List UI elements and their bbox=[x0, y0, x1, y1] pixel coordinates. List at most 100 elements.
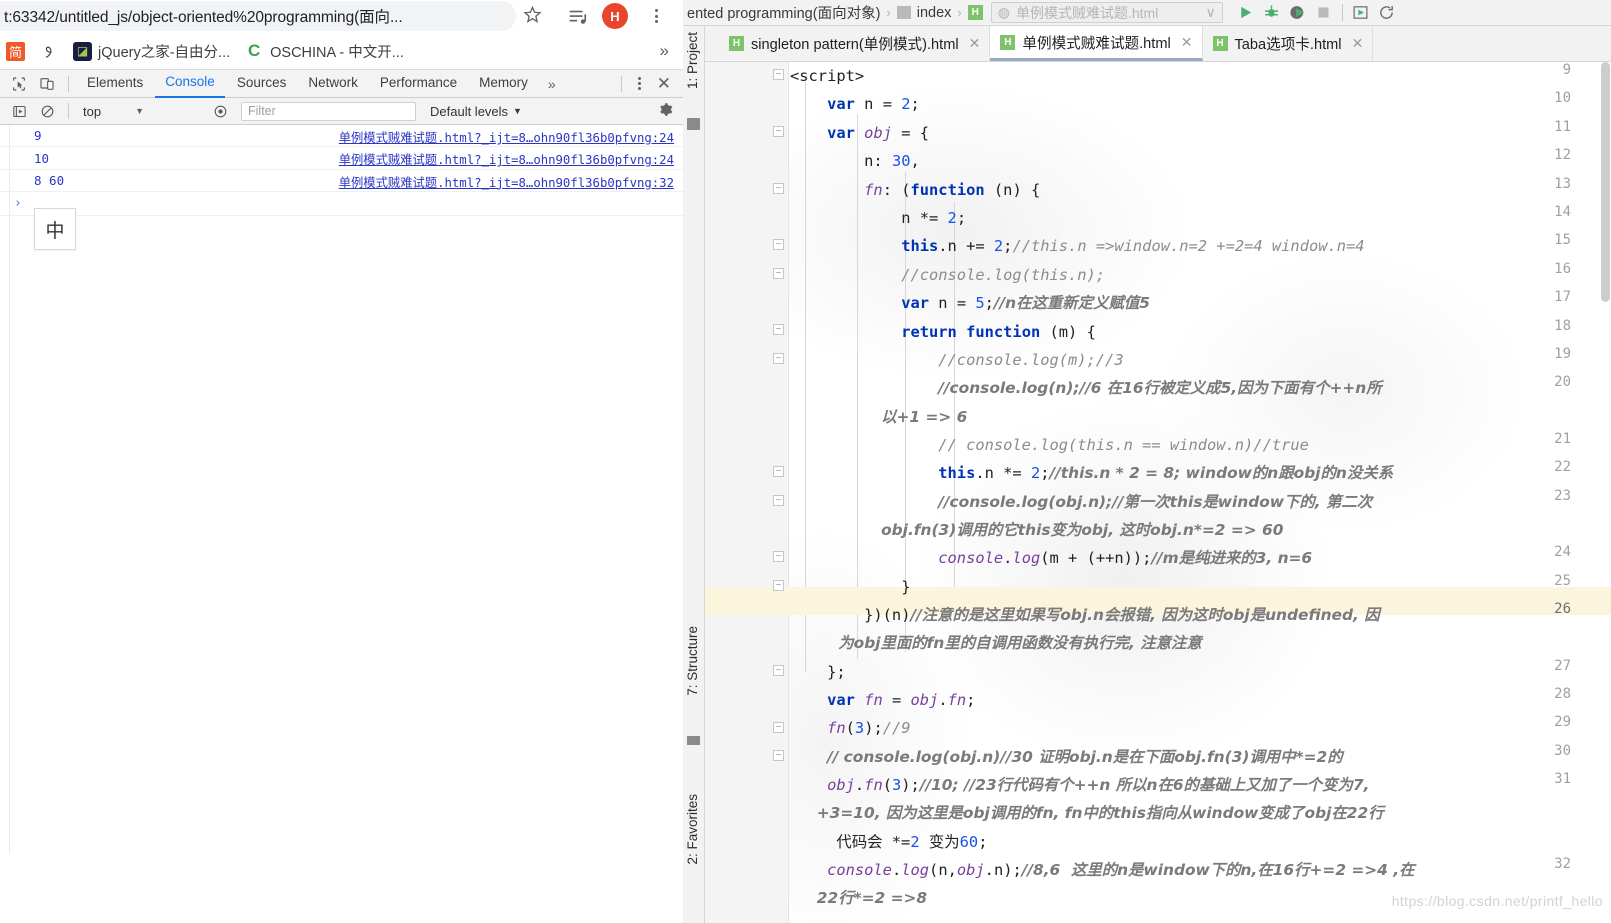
toolbar-divider-ide bbox=[1341, 4, 1343, 21]
devtools-tab-sources[interactable]: Sources bbox=[227, 70, 297, 97]
run-configuration-selector[interactable]: ◍ 单例模式贼难试题.html ∨ bbox=[990, 2, 1223, 23]
toolbar-divider-2 bbox=[620, 75, 622, 92]
ime-jian-icon: 简 bbox=[6, 41, 25, 61]
chrome-menu-icon[interactable] bbox=[645, 3, 667, 29]
console-row[interactable]: 9 单例模式贼难试题.html?_ijt=8…ohn90fl36b0pfvng:… bbox=[0, 125, 683, 148]
project-folder-icon bbox=[687, 118, 700, 130]
devtools-tab-network[interactable]: Network bbox=[298, 70, 368, 97]
console-context-select[interactable]: top ▼ bbox=[77, 104, 205, 119]
fold-marker[interactable]: − bbox=[773, 126, 784, 137]
clear-console-icon[interactable] bbox=[34, 99, 60, 123]
code-line: // console.log(obj.n)//30 证明obj.n是在下面obj… bbox=[827, 748, 1343, 766]
bookmark-star-icon[interactable] bbox=[521, 5, 543, 27]
breadcrumb-path: ented programming(面向对象) bbox=[687, 6, 881, 22]
code-line: //console.log(n);//6 在16行被定义成5,因为下面有个++n… bbox=[938, 379, 1382, 397]
sidebar-item-structure[interactable]: 7: Structure bbox=[685, 626, 700, 696]
bookmarks-overflow-icon[interactable]: » bbox=[660, 41, 669, 61]
html-file-icon: H bbox=[1212, 36, 1228, 51]
fold-marker[interactable]: − bbox=[773, 183, 784, 194]
sidebar-item-favorites[interactable]: 2: Favorites bbox=[685, 794, 700, 865]
console-output[interactable]: 9 单例模式贼难试题.html?_ijt=8…ohn90fl36b0pfvng:… bbox=[0, 125, 683, 854]
bookmark-oschina[interactable]: C OSCHINA - 中文开... bbox=[244, 41, 404, 62]
console-prompt[interactable]: › bbox=[0, 192, 683, 217]
sidebar-item-project[interactable]: 1: Project bbox=[685, 32, 700, 89]
editor-tab-taba[interactable]: H Taba选项卡.html ✕ bbox=[1203, 26, 1374, 61]
jquery-site-icon: ◪ bbox=[73, 41, 92, 61]
gear-icon[interactable] bbox=[658, 102, 677, 121]
console-filter-input[interactable]: Filter bbox=[241, 101, 416, 121]
devtools-close-icon[interactable]: ✕ bbox=[651, 74, 677, 94]
close-icon[interactable]: ✕ bbox=[969, 35, 981, 52]
console-source-link[interactable]: 单例模式贼难试题.html?_ijt=8…ohn90fl36b0pfvng:24 bbox=[339, 128, 674, 146]
fold-marker[interactable]: − bbox=[773, 665, 784, 676]
csdn-watermark: https://blog.csdn.net/printf_hello bbox=[1391, 893, 1603, 909]
structure-icon bbox=[687, 736, 700, 745]
fold-marker[interactable]: − bbox=[773, 324, 784, 335]
editor-scrollbar[interactable] bbox=[1599, 62, 1611, 923]
fold-marker[interactable]: − bbox=[773, 495, 784, 506]
profile-avatar[interactable]: H bbox=[602, 3, 628, 29]
bookmark-jquery[interactable]: ◪ jQuery之家-自由分... bbox=[73, 41, 230, 62]
html-file-icon: H bbox=[967, 5, 983, 20]
devtools-more-tabs-icon[interactable]: » bbox=[540, 76, 564, 92]
console-source-link[interactable]: 单例模式贼难试题.html?_ijt=8…ohn90fl36b0pfvng:24 bbox=[339, 150, 674, 168]
bookmark-jquery-label: jQuery之家-自由分... bbox=[98, 44, 231, 61]
console-levels-select[interactable]: Default levels ▼ bbox=[430, 104, 522, 119]
live-expression-icon[interactable] bbox=[207, 99, 233, 123]
close-icon[interactable]: ✕ bbox=[1181, 34, 1193, 51]
inspect-element-icon[interactable] bbox=[6, 72, 32, 96]
editor-tab-label: singleton pattern(单例模式).html bbox=[751, 37, 959, 53]
fold-marker[interactable]: − bbox=[773, 551, 784, 562]
fold-marker[interactable]: − bbox=[773, 239, 784, 250]
fold-marker[interactable]: − bbox=[773, 353, 784, 364]
fold-marker[interactable]: − bbox=[773, 722, 784, 733]
devtools-tab-memory[interactable]: Memory bbox=[469, 70, 538, 97]
oschina-icon: C bbox=[247, 41, 261, 60]
media-control-icon[interactable] bbox=[565, 4, 591, 30]
address-bar[interactable]: t:63342/untitled_js/object-oriented%20pr… bbox=[0, 1, 516, 31]
devtools-tab-elements[interactable]: Elements bbox=[77, 70, 153, 97]
ime-indicator-label: 中 bbox=[45, 219, 65, 242]
stop-button[interactable] bbox=[1311, 1, 1337, 25]
code-line-wrapped: 代码会 *=2 变为60; bbox=[790, 833, 988, 851]
devtools-tab-performance[interactable]: Performance bbox=[370, 70, 467, 97]
fold-marker[interactable]: − bbox=[773, 69, 784, 80]
code-line: console.log(n,obj.n);//8,6 这里的n是window下的… bbox=[827, 861, 1415, 879]
devtools-toolbar: Elements Console Sources Network Perform… bbox=[0, 70, 683, 98]
editor-tab-singleton-pattern[interactable]: H singleton pattern(单例模式).html ✕ bbox=[719, 26, 991, 61]
console-value: 9 bbox=[34, 128, 42, 144]
code-text[interactable]: <script> var n = 2; var obj = { n: 30, f… bbox=[790, 62, 1611, 923]
editor-tab-danli-moshi[interactable]: H 单例模式贼难试题.html ✕ bbox=[990, 26, 1203, 61]
code-line: //console.log(m);//3 bbox=[938, 351, 1124, 369]
fold-marker[interactable]: − bbox=[773, 466, 784, 477]
rerun-button[interactable] bbox=[1374, 1, 1400, 25]
run-button[interactable] bbox=[1233, 1, 1259, 25]
bookmark-pen[interactable] bbox=[39, 41, 59, 61]
fold-marker[interactable]: − bbox=[773, 268, 784, 279]
device-toolbar-icon[interactable] bbox=[34, 72, 60, 96]
debug-button[interactable] bbox=[1259, 1, 1285, 25]
bookmarks-bar: 简 ◪ jQuery之家-自由分... C OSCHINA - 中文开... » bbox=[0, 33, 683, 70]
breadcrumb[interactable]: ented programming(面向对象) › index › H bbox=[683, 2, 983, 23]
code-line: obj.fn(3);//10; //23行代码有个++n 所以n在6的基础上又加… bbox=[827, 776, 1370, 794]
run-with-coverage-button[interactable] bbox=[1285, 1, 1311, 25]
devtools-menu-icon[interactable] bbox=[632, 77, 647, 90]
chrome-browser-pane: t:63342/untitled_js/object-oriented%20pr… bbox=[0, 0, 683, 923]
folder-icon bbox=[896, 6, 911, 19]
fold-marker[interactable]: − bbox=[773, 750, 784, 761]
code-editor[interactable]: 9 10 11 12 13 14 15 16 17 18 19 20 21 22… bbox=[705, 62, 1611, 923]
bookmark-ime-jian[interactable]: 简 bbox=[6, 41, 25, 61]
close-icon[interactable]: ✕ bbox=[1352, 35, 1364, 52]
fold-marker[interactable]: − bbox=[773, 580, 784, 591]
editor-scrollbar-thumb[interactable] bbox=[1601, 62, 1610, 302]
devtools-tab-console[interactable]: Console bbox=[155, 69, 225, 98]
console-row[interactable]: 8 60 单例模式贼难试题.html?_ijt=8…ohn90fl36b0pfv… bbox=[0, 170, 683, 193]
code-line: //console.log(obj.n);//第一次this是window下的,… bbox=[938, 493, 1373, 511]
chevron-down-icon-levels: ▼ bbox=[513, 106, 522, 116]
breadcrumb-index: index bbox=[916, 4, 952, 21]
run-in-browser-button[interactable] bbox=[1348, 1, 1374, 25]
execute-icon[interactable] bbox=[6, 99, 32, 123]
console-row[interactable]: 10 单例模式贼难试题.html?_ijt=8…ohn90fl36b0pfvng… bbox=[0, 147, 683, 170]
console-source-link[interactable]: 单例模式贼难试题.html?_ijt=8…ohn90fl36b0pfvng:32 bbox=[339, 173, 674, 191]
code-line: var n = 5;//n在这重新定义赋值5 bbox=[901, 294, 1150, 312]
